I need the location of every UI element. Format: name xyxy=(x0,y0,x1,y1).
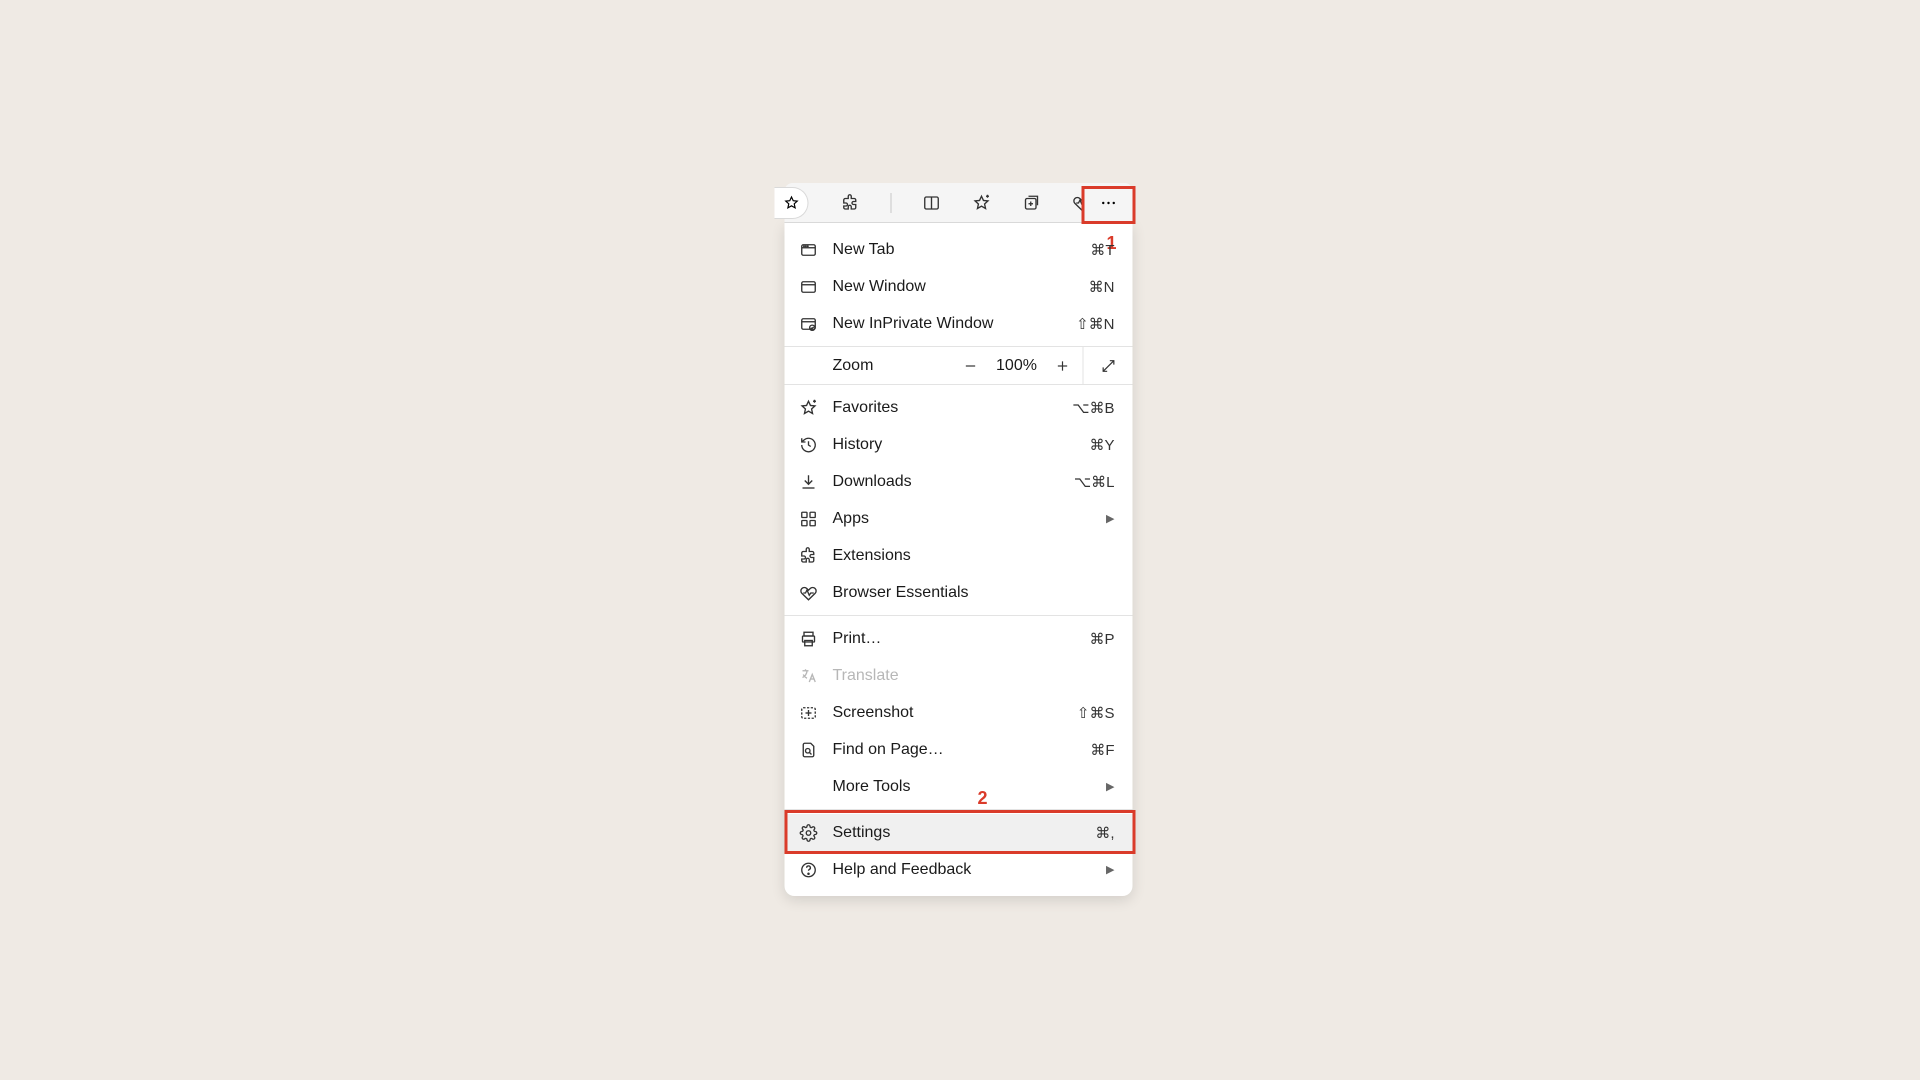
menu-shortcut: ⌘, xyxy=(1095,824,1114,842)
menu-label: More Tools xyxy=(833,778,1099,796)
zoom-out-button[interactable] xyxy=(951,347,991,384)
essentials-icon xyxy=(799,583,819,603)
screenshot-canvas: 1 New Tab ⌘T New Window ⌘N xyxy=(233,135,1688,945)
menu-item-new-window[interactable]: New Window ⌘N xyxy=(785,268,1133,305)
menu-label: History xyxy=(833,436,1090,454)
menu-shortcut: ⌘N xyxy=(1089,278,1115,296)
browser-panel: 1 New Tab ⌘T New Window ⌘N xyxy=(785,183,1133,896)
menu-label: Browser Essentials xyxy=(833,584,1115,602)
menu-shortcut: ⌥⌘B xyxy=(1072,399,1114,417)
menu-label: Settings xyxy=(833,824,1096,842)
menu-label: Screenshot xyxy=(833,704,1077,722)
submenu-arrow-icon: ▶ xyxy=(1106,863,1114,876)
translate-icon xyxy=(799,666,819,686)
menu-label: Help and Feedback xyxy=(833,861,1099,879)
menu-label: Extensions xyxy=(833,547,1115,565)
menu-item-help-feedback[interactable]: Help and Feedback ▶ xyxy=(785,851,1133,888)
menu-shortcut: ⌘P xyxy=(1089,630,1114,648)
menu-item-screenshot[interactable]: Screenshot ⇧⌘S xyxy=(785,694,1133,731)
split-screen-toolbar-button[interactable] xyxy=(922,193,942,213)
print-icon xyxy=(799,629,819,649)
menu-label: Downloads xyxy=(833,473,1074,491)
menu-shortcut: ⌘T xyxy=(1090,241,1114,259)
more-menu-button[interactable] xyxy=(1085,183,1133,223)
menu-item-settings[interactable]: Settings ⌘, xyxy=(785,814,1133,851)
inprivate-icon xyxy=(799,314,819,334)
menu-label: Apps xyxy=(833,510,1099,528)
minus-icon xyxy=(963,358,979,374)
menu-item-favorites[interactable]: Favorites ⌥⌘B xyxy=(785,389,1133,426)
fullscreen-icon xyxy=(1100,358,1116,374)
downloads-icon xyxy=(799,472,819,492)
help-icon xyxy=(799,860,819,880)
menu-shortcut: ⇧⌘S xyxy=(1077,704,1115,722)
menu-item-print[interactable]: Print… ⌘P xyxy=(785,620,1133,657)
new-tab-icon xyxy=(799,240,819,260)
extensions-toolbar-button[interactable] xyxy=(841,193,861,213)
menu-item-new-inprivate-window[interactable]: New InPrivate Window ⇧⌘N xyxy=(785,305,1133,342)
menu-separator xyxy=(785,809,1133,810)
favorites-icon xyxy=(799,398,819,418)
browser-toolbar xyxy=(785,183,1133,223)
menu-item-apps[interactable]: Apps ▶ xyxy=(785,500,1133,537)
menu-label: Translate xyxy=(833,667,1115,685)
menu-label: Find on Page… xyxy=(833,741,1091,759)
menu-label: New Window xyxy=(833,278,1089,296)
menu-shortcut: ⌥⌘L xyxy=(1074,473,1115,491)
find-icon xyxy=(799,740,819,760)
plus-icon xyxy=(1055,358,1071,374)
menu-item-downloads[interactable]: Downloads ⌥⌘L xyxy=(785,463,1133,500)
submenu-arrow-icon: ▶ xyxy=(1106,780,1114,793)
menu-item-find-on-page[interactable]: Find on Page… ⌘F xyxy=(785,731,1133,768)
zoom-label: Zoom xyxy=(785,357,951,375)
fullscreen-button[interactable] xyxy=(1083,347,1133,384)
menu-item-new-tab[interactable]: New Tab ⌘T xyxy=(785,231,1133,268)
screenshot-icon xyxy=(799,703,819,723)
menu-shortcut: ⌘Y xyxy=(1089,436,1114,454)
favorites-toolbar-button[interactable] xyxy=(972,193,992,213)
more-icon xyxy=(1100,194,1118,212)
new-window-icon xyxy=(799,277,819,297)
extensions-icon xyxy=(799,546,819,566)
menu-shortcut: ⌘F xyxy=(1090,741,1114,759)
address-bar-star-button[interactable] xyxy=(775,187,809,219)
star-icon xyxy=(783,195,799,211)
menu-separator xyxy=(785,615,1133,616)
settings-icon xyxy=(799,823,819,843)
menu-label: New InPrivate Window xyxy=(833,315,1077,333)
menu-item-history[interactable]: History ⌘Y xyxy=(785,426,1133,463)
zoom-value: 100% xyxy=(991,357,1043,375)
annotation-label-2: 2 xyxy=(978,788,988,809)
menu-shortcut: ⇧⌘N xyxy=(1076,315,1114,333)
menu-label: Favorites xyxy=(833,399,1073,417)
zoom-in-button[interactable] xyxy=(1043,347,1083,384)
menu-item-browser-essentials[interactable]: Browser Essentials xyxy=(785,574,1133,611)
more-menu-dropdown: New Tab ⌘T New Window ⌘N New InPrivate W… xyxy=(785,223,1133,896)
menu-item-translate: Translate xyxy=(785,657,1133,694)
zoom-controls: Zoom 100% xyxy=(785,346,1133,385)
menu-label: New Tab xyxy=(833,241,1091,259)
history-icon xyxy=(799,435,819,455)
menu-item-more-tools[interactable]: More Tools ▶ xyxy=(785,768,1133,805)
submenu-arrow-icon: ▶ xyxy=(1106,512,1114,525)
apps-icon xyxy=(799,509,819,529)
menu-item-extensions[interactable]: Extensions xyxy=(785,537,1133,574)
toolbar-divider xyxy=(891,193,892,213)
collections-toolbar-button[interactable] xyxy=(1022,193,1042,213)
menu-label: Print… xyxy=(833,630,1090,648)
